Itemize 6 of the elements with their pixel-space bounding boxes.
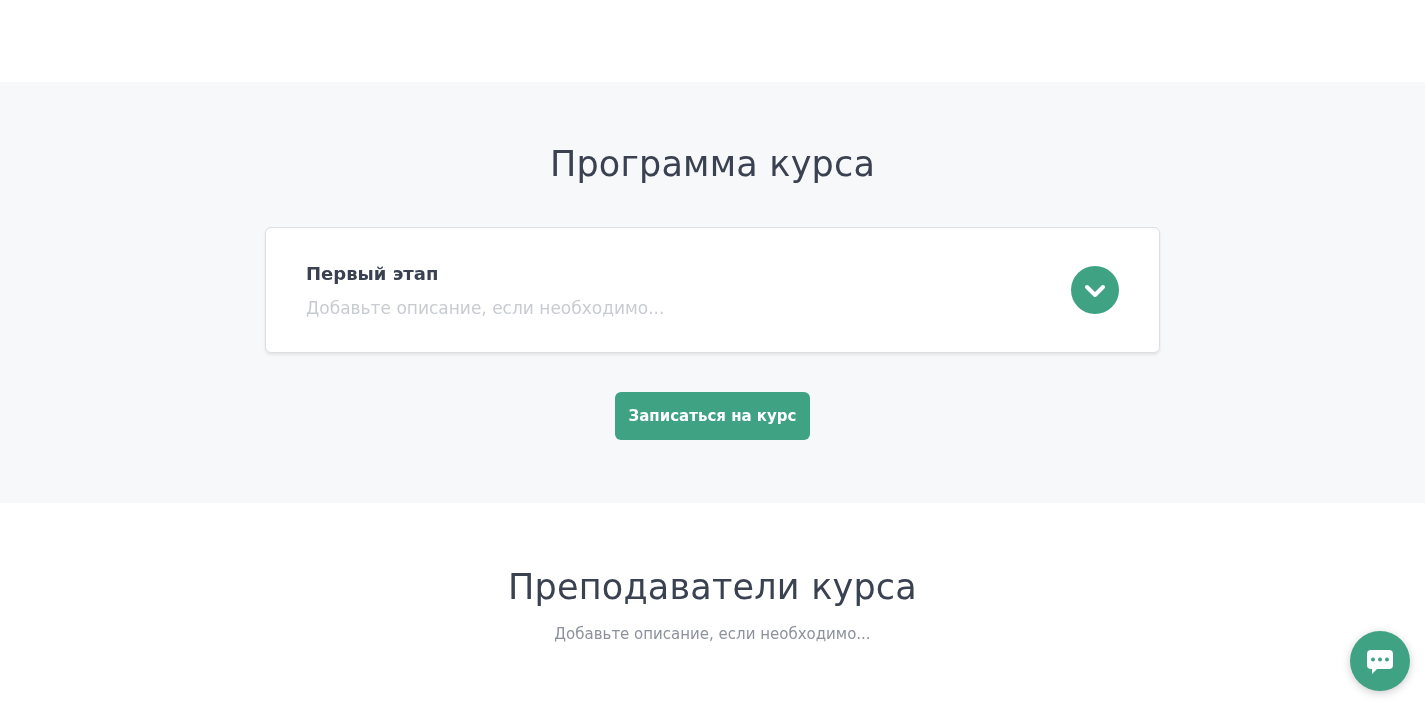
chat-icon[interactable] xyxy=(1350,631,1410,691)
chevron-icon[interactable] xyxy=(1071,266,1119,314)
stage-title: Первый этап xyxy=(306,262,440,284)
section-title: Преподаватели курса xyxy=(508,567,917,607)
section-title: Программа курса xyxy=(549,144,876,184)
section-description: Добавьте описание, если необходимо... xyxy=(554,625,871,643)
